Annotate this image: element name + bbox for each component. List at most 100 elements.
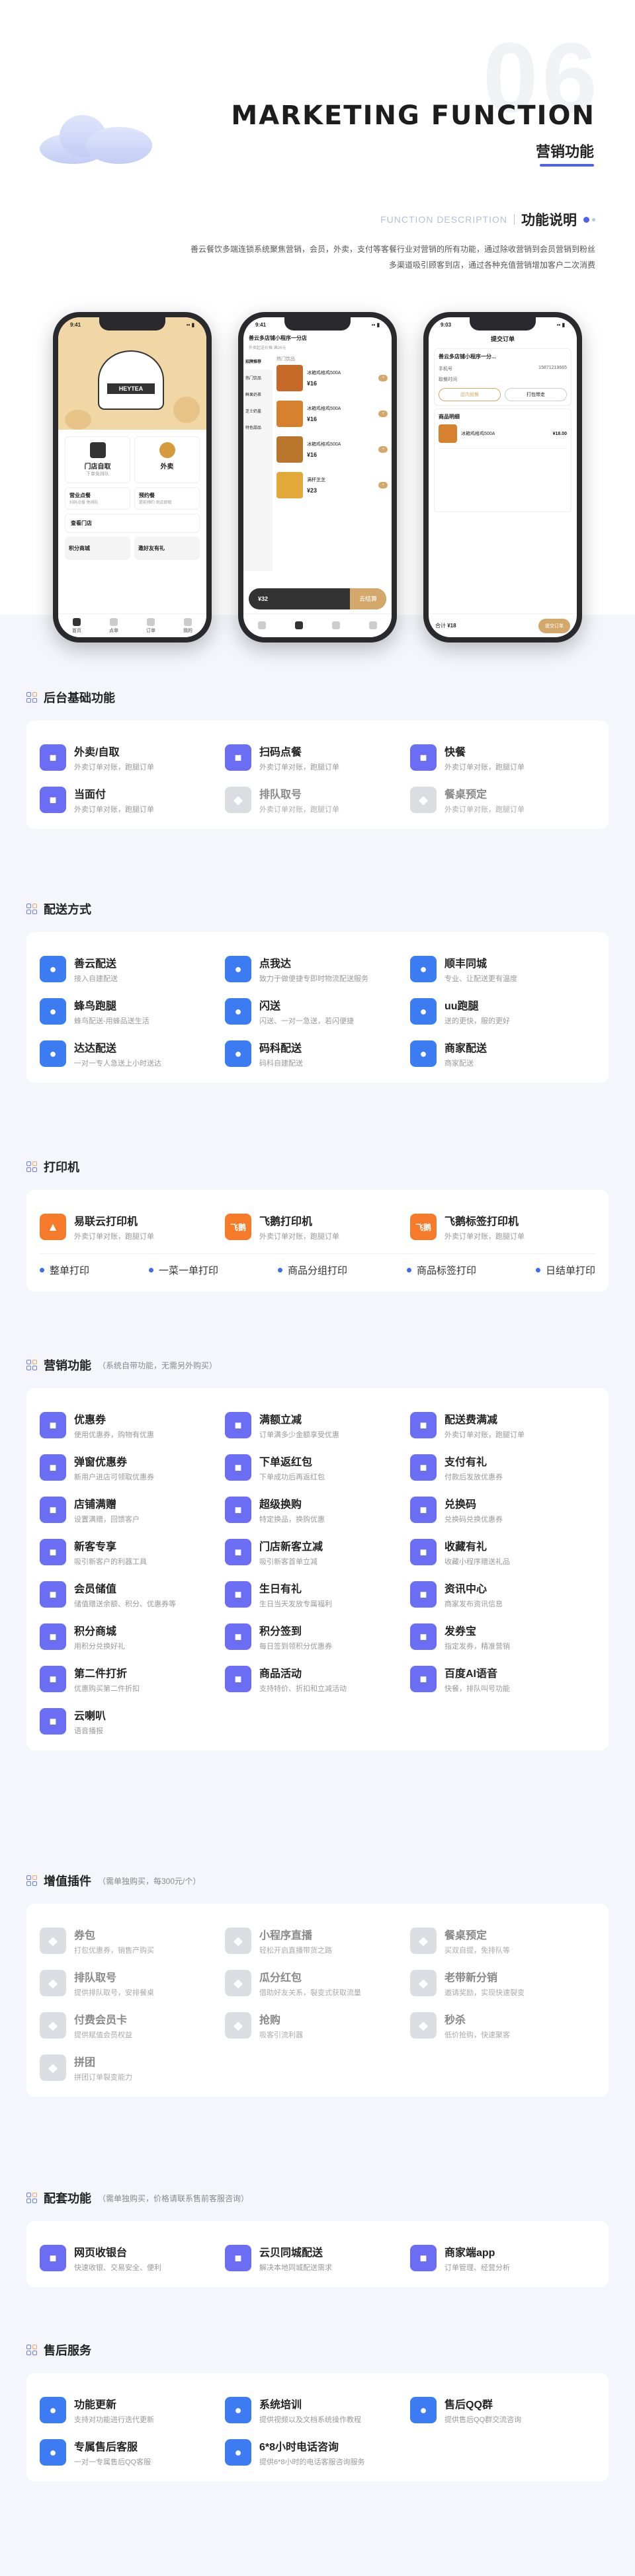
feature-item[interactable]: 飞鹅 飞鹅标签打印机 外卖订单对账，跑腿订单 [410, 1206, 595, 1248]
category-item[interactable]: 鲜果奶茶 [243, 386, 273, 403]
feature-item[interactable]: ■ 生日有礼 生日当天发放专属福利 [225, 1573, 410, 1616]
tab-order[interactable]: 点单 [109, 617, 118, 634]
feature-item[interactable]: ● 系统培训 提供视频以及文档系统操作教程 [225, 2389, 410, 2431]
feature-item[interactable]: ◆ 小程序直播 轻松开启直播带货之路 [225, 1920, 410, 1962]
category-item[interactable]: 招牌推荐 [243, 353, 273, 370]
feature-item[interactable]: ■ 外卖/自取 外卖订单对账，跑腿订单 [40, 736, 225, 779]
feature-item[interactable]: ■ 积分签到 每日签到领积分优惠券 [225, 1616, 410, 1658]
category-item[interactable]: 芝士奶盖 [243, 403, 273, 419]
feature-item[interactable]: ◆ 秒杀 低价抢购，快速聚客 [410, 2004, 595, 2047]
takeaway-option[interactable]: 打包带走 [505, 388, 567, 401]
feature-item[interactable]: ● 达达配送 一对一专人急送上小时送达 [40, 1033, 225, 1075]
feature-item[interactable]: ■ 商家端app 订单管理、经营分析 [410, 2237, 595, 2279]
feature-item[interactable]: ■ 弹窗优惠券 新用户进店可领取优惠券 [40, 1446, 225, 1489]
feature-item[interactable]: ■ 快餐 外卖订单对账，跑腿订单 [410, 736, 595, 779]
scan-icon: ■ [225, 744, 251, 771]
feature-item[interactable]: ● 售后QQ群 提供售后QQ群交流咨询 [410, 2389, 595, 2431]
feature-item[interactable]: ■ 发券宝 指定发券，精准营销 [410, 1616, 595, 1658]
add-button[interactable]: + [378, 482, 388, 488]
feature-item[interactable]: ■ 下单返红包 下单成功后再返红包 [225, 1446, 410, 1489]
feature-item[interactable]: ■ 配送费满减 外卖订单对账，跑腿订单 [410, 1404, 595, 1446]
feature-item[interactable]: ◆ 付费会员卡 提供赋值会员权益 [40, 2004, 225, 2047]
feature-item[interactable]: ◆ 拼团 拼团订单裂变能力 [40, 2047, 225, 2089]
feature-item[interactable]: ■ 支付有礼 付款后发放优惠券 [410, 1446, 595, 1489]
feature-item[interactable]: ● 蜂鸟跑腿 蜂鸟配送-用蜂品送生活 [40, 990, 225, 1033]
feature-item[interactable]: ◆ 老带新分销 邀请奖励，实现快速裂变 [410, 1962, 595, 2004]
field-label: 取餐时间 [439, 377, 457, 382]
feature-item[interactable]: ■ 扫码点餐 外卖订单对账，跑腿订单 [225, 736, 410, 779]
add-button[interactable]: + [378, 446, 388, 453]
feature-item[interactable]: ■ 门店新客立减 吸引新客首单立减 [225, 1531, 410, 1573]
tab-orders[interactable]: 订单 [146, 617, 155, 634]
add-button[interactable]: + [378, 410, 388, 417]
menu-item[interactable]: 冰箱鸡格鸡500A ¥16 + [276, 401, 388, 427]
feature-item[interactable]: ● 商家配送 商家配送 [410, 1033, 595, 1075]
reserve-card[interactable]: 预约餐 提前预约 到店即取 [134, 487, 200, 510]
tab-home[interactable] [258, 621, 266, 631]
feature-item[interactable]: ● 闪送 闪送、一对一急送，若闪便捷 [225, 990, 410, 1033]
feature-item[interactable]: ■ 超级换购 特定换品，换购优惠 [225, 1489, 410, 1531]
delivery-tile[interactable]: 外卖 [134, 436, 200, 483]
tab-orders[interactable] [332, 621, 340, 631]
feature-item[interactable]: ■ 云喇叭 语音播报 [40, 1700, 225, 1742]
feature-desc: 蜂鸟配送-用蜂品送生活 [74, 1017, 149, 1025]
feature-item[interactable]: ● 专属售后客服 一对一专属售后QQ客服 [40, 2431, 225, 2474]
feature-item[interactable]: ■ 收藏有礼 收藏小程序赠送礼品 [410, 1531, 595, 1573]
menu-item[interactable]: 冰箱鸡格鸡500A ¥16 + [276, 365, 388, 391]
card-sub: 提前预约 到店即取 [139, 501, 172, 505]
print-option-label: 日结单打印 [545, 1265, 595, 1276]
feature-item[interactable]: ◆ 瓜分红包 借助好友关系，裂变式获取流量 [225, 1962, 410, 2004]
tab-home[interactable]: 首页 [72, 617, 81, 634]
feature-item[interactable]: ◆ 餐桌预定 买双自提，免排队等 [410, 1920, 595, 1962]
feature-item[interactable]: ■ 兑换码 兑换码兑换优惠券 [410, 1489, 595, 1531]
checkout-button[interactable]: 去结算 [349, 588, 386, 609]
service-icon: ● [40, 2439, 66, 2466]
feature-item[interactable]: 飞鹅 飞鹅打印机 外卖订单对账，跑腿订单 [225, 1206, 410, 1248]
feature-item[interactable]: ■ 商品活动 支持特价、折扣和立减活动 [225, 1658, 410, 1700]
feature-item[interactable]: ■ 资讯中心 商家发布资讯信息 [410, 1573, 595, 1616]
add-button[interactable]: + [378, 375, 388, 381]
feature-item[interactable]: ● 功能更新 支持对功能进行迭代更新 [40, 2389, 225, 2431]
feature-item[interactable]: ◆ 券包 打包优惠券，销售产购买 [40, 1920, 225, 1962]
feature-item[interactable]: ■ 满额立减 订单满多少金额享受优惠 [225, 1404, 410, 1446]
category-item[interactable]: 热门饮品 [243, 370, 273, 386]
feature-title: 秒杀 [444, 2015, 466, 2026]
feature-item[interactable]: ◆ 排队取号 外卖订单对账，跑腿订单 [225, 779, 410, 821]
menu-item[interactable]: 冰箱鸡格鸡500A ¥16 + [276, 436, 388, 463]
feature-item[interactable]: ■ 新客专享 吸引新客户的利器工具 [40, 1531, 225, 1573]
pickup-tile[interactable]: 门店自取 下单免排队 [65, 436, 130, 483]
points-mall-card[interactable]: 积分商城 [65, 537, 130, 560]
feature-item[interactable]: ● 码科配送 码科自建配送 [225, 1033, 410, 1075]
feature-item[interactable]: ■ 会员储值 储值赠送余额、积分、优惠券等 [40, 1573, 225, 1616]
menu-item[interactable]: 满杯芝芝 ¥23 + [276, 472, 388, 498]
feature-item[interactable]: ■ 优惠券 使用优惠券，购物有优惠 [40, 1404, 225, 1446]
feature-item[interactable]: ■ 百度AI语音 快餐，排队叫号功能 [410, 1658, 595, 1700]
feature-item[interactable]: ● 点我达 致力于做便捷专即时物流配送服务 [225, 948, 410, 990]
feature-item[interactable]: ■ 云贝同城配送 解决本地同城配送需求 [225, 2237, 410, 2279]
feature-item[interactable]: ● 顺丰同城 专业、让配送更有温度 [410, 948, 595, 990]
feature-item[interactable]: ■ 积分商城 用积分兑换好礼 [40, 1616, 225, 1658]
feature-item[interactable]: ● uu跑腿 送的更快，服的更好 [410, 990, 595, 1033]
feature-item[interactable]: ◆ 餐桌预定 外卖订单对账，跑腿订单 [410, 779, 595, 821]
dinein-option[interactable]: 店内就餐 [439, 388, 501, 401]
feature-item[interactable]: ▲ 易联云打印机 外卖订单对账，跑腿订单 [40, 1206, 225, 1248]
tab-me[interactable]: 我的 [183, 617, 192, 634]
feature-item[interactable]: ■ 店铺满赠 设置满赠，回馈客户 [40, 1489, 225, 1531]
invite-card[interactable]: 邀好友有礼 [134, 537, 200, 560]
feie-icon: 飞鹅 [225, 1214, 251, 1240]
feature-item[interactable]: ■ 第二件打折 优惠购买第二件折扣 [40, 1658, 225, 1700]
view-stores-card[interactable]: 查看门店 [65, 514, 200, 533]
tab-order[interactable] [295, 621, 303, 631]
feature-item[interactable]: ● 善云配送 接入自建配送 [40, 948, 225, 990]
feature-item[interactable]: ■ 当面付 外卖订单对账，跑腿订单 [40, 779, 225, 821]
dinein-card[interactable]: 营业点餐 扫码点餐 免排队 [65, 487, 130, 510]
submit-order-button[interactable]: 提交订单 [538, 618, 570, 633]
cart-bar[interactable]: ¥32 去结算 [249, 588, 386, 609]
feature-desc: 外卖订单对账，跑腿订单 [74, 806, 154, 814]
feature-item[interactable]: ■ 网页收银台 快速收银、交易安全、便利 [40, 2237, 225, 2279]
feature-item[interactable]: ◆ 抢购 吸客引流利器 [225, 2004, 410, 2047]
category-item[interactable]: 特色甜品 [243, 419, 273, 436]
feature-item[interactable]: ● 6*8小时电话咨询 提供6*8小时的电话客服咨询服务 [225, 2431, 410, 2474]
feature-item[interactable]: ◆ 排队取号 提供排队取号，安排餐桌 [40, 1962, 225, 2004]
tab-me[interactable] [369, 621, 377, 631]
